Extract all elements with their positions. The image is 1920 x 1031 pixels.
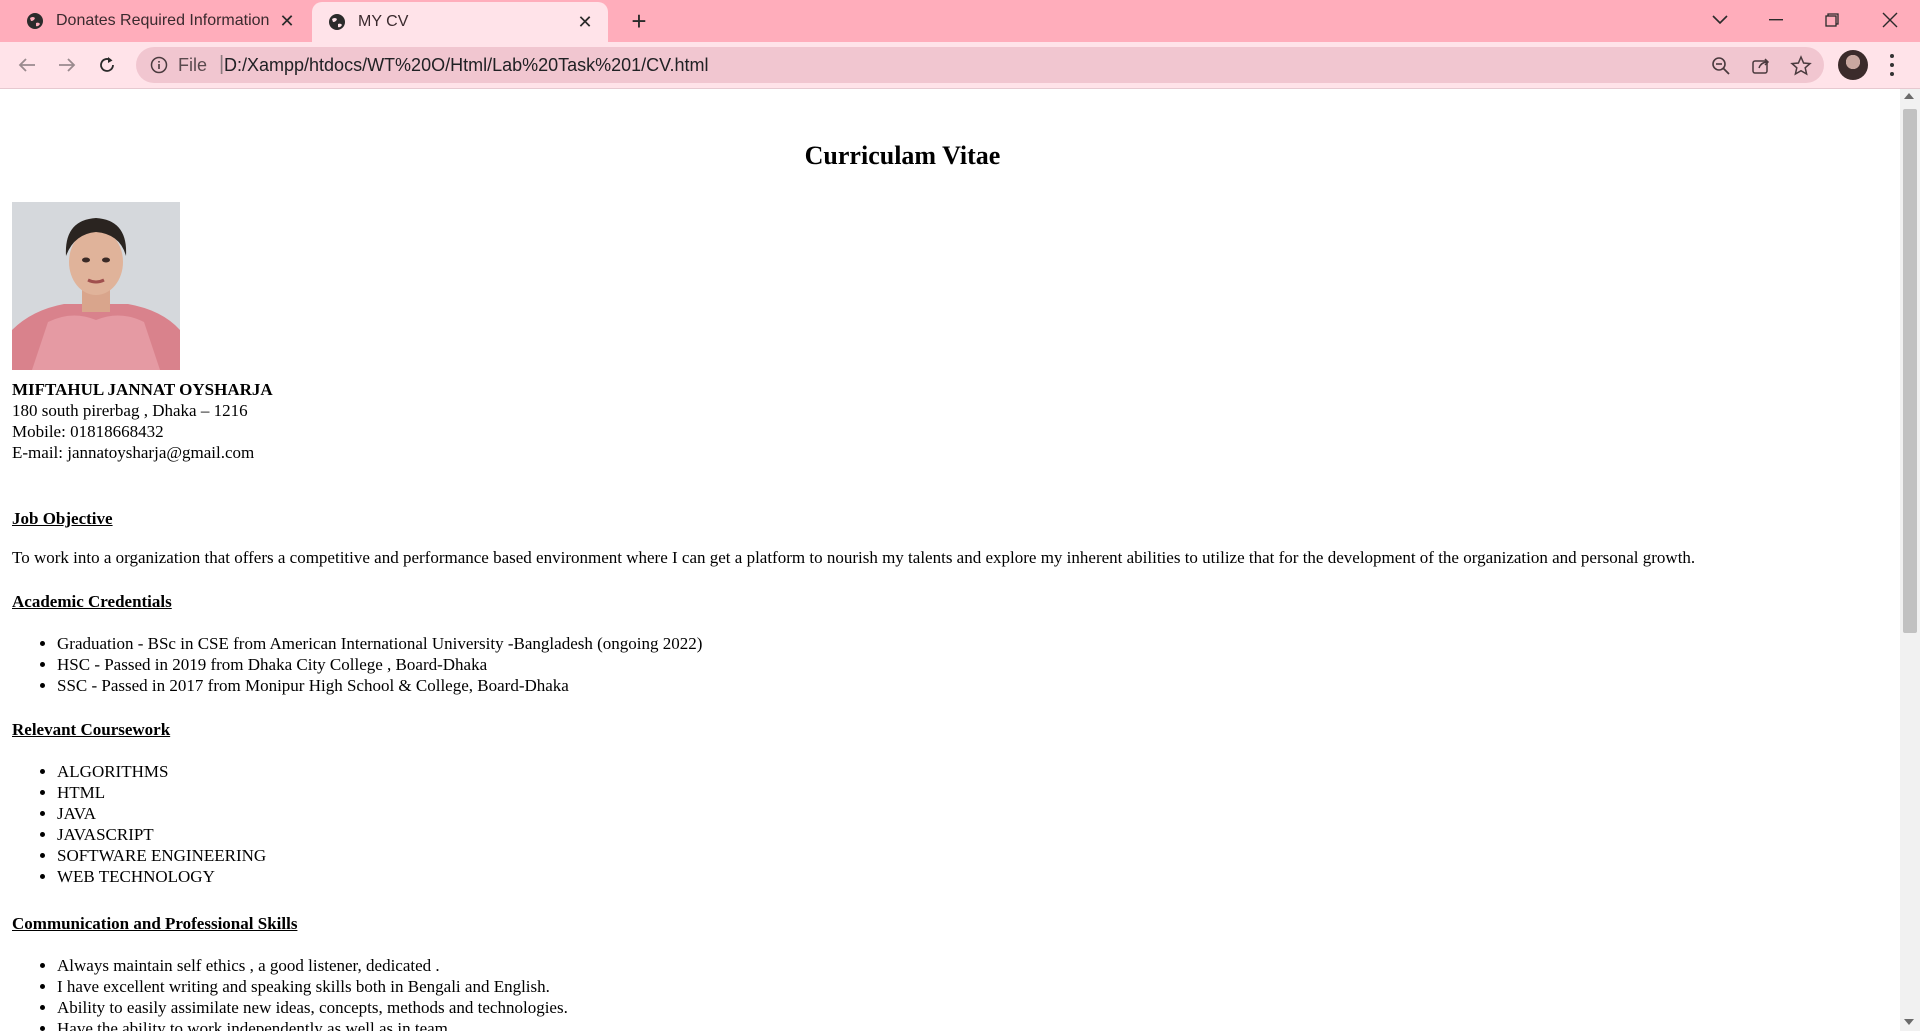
list-item: HTML — [57, 782, 266, 803]
coursework-list: ALGORITHMS HTML JAVA JAVASCRIPT SOFTWARE… — [12, 761, 266, 887]
scroll-down-arrow-icon[interactable] — [1904, 1019, 1914, 1025]
address-text: 180 south pirerbag , Dhaka – 1216 — [12, 401, 248, 420]
list-item: ALGORITHMS — [57, 761, 266, 782]
academic-list: Graduation - BSc in CSE from American In… — [12, 633, 702, 696]
arrow-right-icon — [59, 58, 76, 72]
list-item: SSC - Passed in 2017 from Monipur High S… — [57, 675, 702, 696]
profile-photo — [12, 202, 180, 370]
page-viewport: Curriculam Vitae MIFTAHUL JANNAT OYSHARJ… — [0, 89, 1900, 1031]
list-item: Ability to easily assimilate new ideas, … — [57, 997, 568, 1018]
tab-my-cv[interactable]: MY CV ✕ — [312, 2, 608, 42]
close-icon[interactable]: ✕ — [276, 10, 298, 32]
profile-avatar[interactable] — [1838, 50, 1868, 80]
list-item: SOFTWARE ENGINEERING — [57, 845, 266, 866]
list-item: HSC - Passed in 2019 from Dhaka City Col… — [57, 654, 702, 675]
tab-title: Donates Required Information — [56, 12, 270, 29]
tab-search-button[interactable] — [1692, 0, 1748, 40]
list-item: JAVA — [57, 803, 266, 824]
vertical-scrollbar[interactable] — [1900, 89, 1920, 1031]
minimize-icon — [1769, 19, 1783, 21]
reload-button[interactable] — [90, 48, 124, 82]
list-item: JAVASCRIPT — [57, 824, 266, 845]
forward-button[interactable] — [50, 48, 84, 82]
applicant-name: MIFTAHUL JANNAT OYSHARJA — [12, 380, 273, 399]
list-item: Always maintain self ethics , a good lis… — [57, 955, 568, 976]
section-title-job-objective: Job Objective — [12, 509, 113, 528]
globe-icon — [27, 13, 43, 29]
restore-icon — [1825, 13, 1839, 27]
url-scheme: File — [178, 55, 208, 75]
skills-list: Always maintain self ethics , a good lis… — [12, 955, 568, 1031]
info-icon[interactable] — [150, 56, 168, 74]
scroll-thumb[interactable] — [1903, 109, 1917, 633]
mobile-text: Mobile: 01818668432 — [12, 422, 164, 441]
restore-button[interactable] — [1804, 0, 1860, 40]
scroll-up-arrow-icon[interactable] — [1904, 93, 1914, 99]
list-item: WEB TECHNOLOGY — [57, 866, 266, 887]
share-icon[interactable] — [1750, 55, 1772, 77]
list-item: I have excellent writing and speaking sk… — [57, 976, 568, 997]
url-text[interactable]: D:/Xampp/htdocs/WT%20O/Html/Lab%20Task%2… — [224, 55, 709, 76]
section-title-academic: Academic Credentials — [12, 592, 172, 611]
reload-icon — [100, 57, 114, 72]
zoom-icon[interactable] — [1710, 55, 1732, 77]
job-objective-text: To work into a organization that offers … — [12, 548, 1696, 567]
page-title: Curriculam Vitae — [804, 141, 1001, 170]
globe-icon — [329, 14, 345, 30]
minimize-button[interactable] — [1748, 0, 1804, 40]
list-item: Graduation - BSc in CSE from American In… — [57, 633, 702, 654]
tab-title: MY CV — [358, 13, 409, 30]
chevron-down-icon — [1712, 15, 1728, 25]
menu-icon[interactable] — [1882, 52, 1902, 78]
list-item: Have the ability to work independently a… — [57, 1018, 568, 1031]
section-title-coursework: Relevant Coursework — [12, 720, 171, 739]
tab-donates[interactable]: Donates Required Information ✕ — [10, 0, 310, 42]
section-title-skills: Communication and Professional Skills — [12, 914, 298, 933]
close-icon[interactable]: ✕ — [574, 11, 596, 33]
address-bar[interactable]: File | D:/Xampp/htdocs/WT%20O/Html/Lab%2… — [136, 47, 1824, 83]
back-button[interactable] — [10, 48, 44, 82]
tab-strip: Donates Required Information ✕ MY CV ✕ + — [0, 0, 1920, 42]
close-icon — [1882, 12, 1898, 28]
arrow-left-icon — [18, 58, 35, 72]
email-text: E-mail: jannatoysharja@gmail.com — [12, 443, 255, 462]
contact-info: MIFTAHUL JANNAT OYSHARJA 180 south pirer… — [12, 379, 273, 463]
new-tab-button[interactable]: + — [624, 6, 654, 36]
star-icon[interactable] — [1790, 55, 1812, 77]
close-window-button[interactable] — [1862, 0, 1918, 40]
browser-toolbar: File | D:/Xampp/htdocs/WT%20O/Html/Lab%2… — [0, 42, 1920, 88]
